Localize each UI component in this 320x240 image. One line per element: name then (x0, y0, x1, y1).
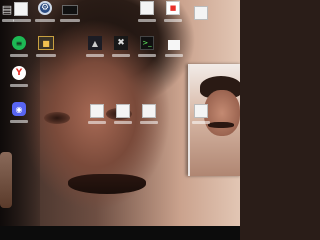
file-icon-2[interactable] (116, 104, 130, 118)
wallpaper-eye-left (44, 112, 70, 124)
pdf-icon[interactable]: ■ (166, 1, 180, 15)
wallpaper-photo (188, 64, 240, 176)
folder-icon[interactable]: ■ (38, 36, 54, 50)
terminal-icon[interactable]: >_ (140, 36, 154, 50)
game-icon-2[interactable]: ✖ (114, 36, 128, 50)
game-icon[interactable]: ▲ (88, 36, 102, 50)
taskbar[interactable] (0, 226, 240, 240)
monitor-icon[interactable] (62, 5, 78, 15)
blank-file-icon[interactable] (168, 40, 180, 50)
settings-icon[interactable]: ⚙ (38, 1, 52, 15)
wallpaper-mustache (68, 174, 146, 194)
file-icon-5[interactable] (194, 6, 208, 20)
document-icon[interactable] (14, 2, 28, 16)
file-icon-1[interactable] (90, 104, 104, 118)
wallpaper-hand (0, 152, 12, 208)
document-icon-2[interactable] (140, 1, 154, 15)
shortcut-icon[interactable]: ▤ (0, 2, 14, 16)
file-icon-4[interactable] (194, 104, 208, 118)
file-icon-3[interactable] (142, 104, 156, 118)
discord-icon[interactable]: ◉ (12, 102, 26, 116)
yandex-icon[interactable]: Y (12, 66, 26, 80)
spotify-icon[interactable]: ≡ (12, 36, 26, 50)
